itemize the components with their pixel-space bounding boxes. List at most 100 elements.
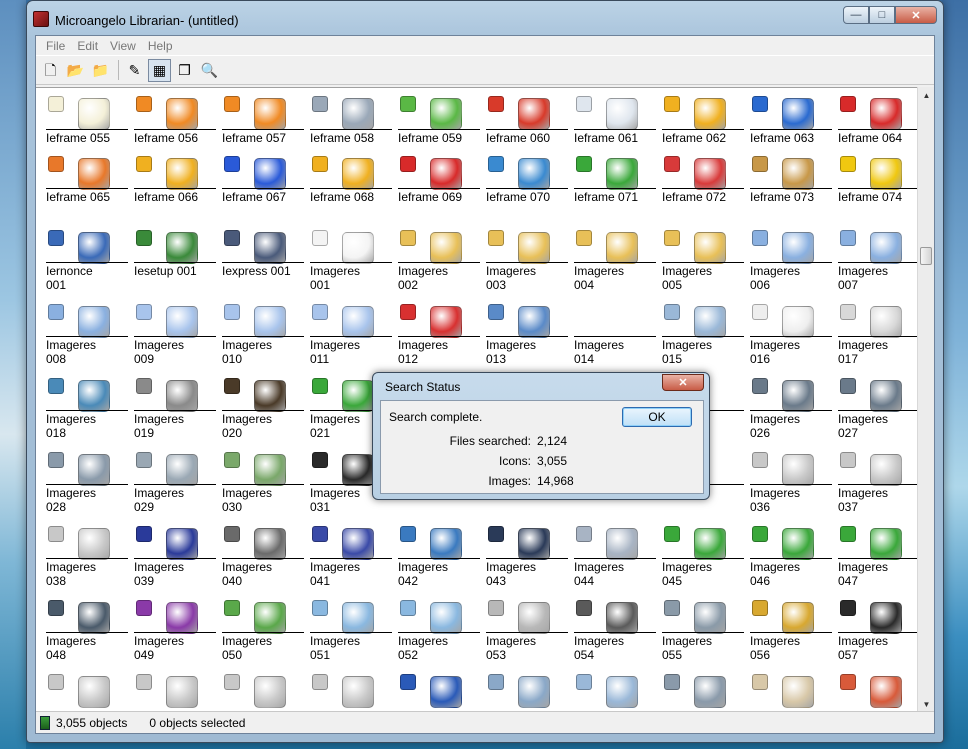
edit-button[interactable]: ✎ — [123, 59, 146, 82]
icon-tile[interactable]: Imageres 007 — [838, 228, 926, 298]
large-icon-preview — [430, 232, 462, 264]
maximize-button[interactable]: □ — [869, 6, 895, 24]
icon-tile[interactable]: Imageres 011 — [310, 302, 398, 372]
search-button[interactable]: 🔍 — [198, 59, 221, 82]
icon-tile[interactable]: Imageres 030 — [222, 450, 310, 520]
icon-tile[interactable]: Imageres 013 — [486, 302, 574, 372]
icon-tile[interactable]: Imageres 004 — [574, 228, 662, 298]
icon-tile[interactable]: Imageres 053 — [486, 598, 574, 668]
icon-tile[interactable]: Imageres 008 — [46, 302, 134, 372]
icon-tile[interactable]: Imageres 044 — [574, 524, 662, 594]
icon-tile[interactable]: Imageres 020 — [222, 376, 310, 446]
icon-tile[interactable]: Imageres 037 — [838, 450, 926, 520]
icon-tile[interactable] — [838, 672, 926, 713]
icon-tile[interactable] — [222, 672, 310, 713]
icon-tile[interactable]: Imageres 054 — [574, 598, 662, 668]
scroll-thumb[interactable] — [920, 247, 932, 265]
icon-tile[interactable] — [46, 672, 134, 713]
icon-tile[interactable]: Imageres 043 — [486, 524, 574, 594]
icon-tile[interactable]: Imageres 027 — [838, 376, 926, 446]
icon-tile[interactable]: Ieframe 071 — [574, 154, 662, 224]
icon-tile[interactable] — [310, 672, 398, 713]
icon-tile[interactable]: Imageres 012 — [398, 302, 486, 372]
small-icon-preview — [664, 304, 680, 320]
icon-tile[interactable]: Imageres 047 — [838, 524, 926, 594]
icon-label: Imageres 027 — [838, 410, 920, 440]
menu-help[interactable]: Help — [142, 39, 179, 53]
large-icon-preview — [694, 98, 726, 130]
icon-tile[interactable] — [750, 672, 838, 713]
large-icon-preview — [606, 602, 638, 634]
icon-tile[interactable]: Imageres 018 — [46, 376, 134, 446]
icon-tile[interactable]: Ieframe 069 — [398, 154, 486, 224]
icon-tile[interactable]: Imageres 009 — [134, 302, 222, 372]
icon-tile[interactable]: Imageres 056 — [750, 598, 838, 668]
title-bar[interactable]: Microangelo Librarian- (untitled) — □ ✕ — [27, 1, 943, 35]
dialog-close-button[interactable]: ✕ — [662, 374, 704, 391]
scroll-up-arrow[interactable]: ▲ — [918, 87, 935, 104]
ok-button[interactable]: OK — [622, 407, 692, 427]
menu-edit[interactable]: Edit — [71, 39, 104, 53]
vertical-scrollbar[interactable]: ▲ ▼ — [917, 87, 934, 713]
icon-tile[interactable]: Imageres 001 — [310, 228, 398, 298]
small-icon-preview — [576, 96, 592, 112]
minimize-button[interactable]: — — [843, 6, 869, 24]
icon-tile[interactable]: Imageres 046 — [750, 524, 838, 594]
icon-tile[interactable]: Imageres 041 — [310, 524, 398, 594]
icon-label: Ieframe 058 — [310, 129, 392, 145]
icon-tile[interactable]: Imageres 029 — [134, 450, 222, 520]
icon-label: Ieframe 066 — [134, 188, 216, 204]
icon-tile[interactable]: Imageres 042 — [398, 524, 486, 594]
icon-tile[interactable]: Imageres 014 — [574, 302, 662, 372]
icon-tile[interactable]: Imageres 038 — [46, 524, 134, 594]
icon-tile[interactable]: Imageres 048 — [46, 598, 134, 668]
icon-tile[interactable]: Iexpress 001 — [222, 228, 310, 298]
icon-tile[interactable] — [574, 672, 662, 713]
icon-tile[interactable]: Imageres 036 — [750, 450, 838, 520]
icon-tile[interactable]: Ieframe 067 — [222, 154, 310, 224]
menu-view[interactable]: View — [104, 39, 142, 53]
icon-tile[interactable] — [486, 672, 574, 713]
icon-tile[interactable]: Ieframe 072 — [662, 154, 750, 224]
icon-tile[interactable] — [398, 672, 486, 713]
icon-tile[interactable]: Imageres 015 — [662, 302, 750, 372]
small-icon-preview — [48, 230, 64, 246]
icon-tile[interactable]: Imageres 003 — [486, 228, 574, 298]
icon-tile[interactable]: Imageres 006 — [750, 228, 838, 298]
icon-tile[interactable]: Imageres 026 — [750, 376, 838, 446]
view-icons-button[interactable]: ▦ — [148, 58, 171, 82]
icon-tile[interactable]: Imageres 002 — [398, 228, 486, 298]
icon-tile[interactable]: Imageres 016 — [750, 302, 838, 372]
large-icon-preview — [254, 306, 286, 338]
icon-tile[interactable]: Imageres 052 — [398, 598, 486, 668]
new-library-button[interactable]: 🗋 — [39, 59, 62, 82]
icon-tile[interactable]: Ieframe 070 — [486, 154, 574, 224]
icon-tile[interactable]: Ieframe 074 — [838, 154, 926, 224]
icon-tile[interactable]: Imageres 040 — [222, 524, 310, 594]
icon-tile[interactable]: Ieframe 065 — [46, 154, 134, 224]
icon-tile[interactable]: Iernonce 001 — [46, 228, 134, 298]
icon-tile[interactable]: Iesetup 001 — [134, 228, 222, 298]
icon-tile[interactable] — [662, 672, 750, 713]
icon-tile[interactable]: Imageres 028 — [46, 450, 134, 520]
icon-tile[interactable]: Imageres 039 — [134, 524, 222, 594]
icon-tile[interactable]: Imageres 005 — [662, 228, 750, 298]
icon-tile[interactable]: Imageres 051 — [310, 598, 398, 668]
icon-tile[interactable]: Imageres 049 — [134, 598, 222, 668]
icon-tile[interactable] — [134, 672, 222, 713]
icon-tile[interactable]: Imageres 050 — [222, 598, 310, 668]
open-library-button[interactable]: 📂 — [64, 59, 87, 82]
icon-tile[interactable]: Imageres 057 — [838, 598, 926, 668]
icon-tile[interactable]: Imageres 017 — [838, 302, 926, 372]
icon-tile[interactable]: Imageres 055 — [662, 598, 750, 668]
icon-tile[interactable]: Ieframe 068 — [310, 154, 398, 224]
icon-tile[interactable]: Ieframe 073 — [750, 154, 838, 224]
menu-file[interactable]: File — [40, 39, 71, 53]
icon-tile[interactable]: Imageres 019 — [134, 376, 222, 446]
icon-tile[interactable]: Imageres 010 — [222, 302, 310, 372]
icon-tile[interactable]: Imageres 045 — [662, 524, 750, 594]
view-details-button[interactable]: ❐ — [173, 59, 196, 82]
open-folder-button[interactable]: 📁 — [89, 59, 112, 82]
icon-tile[interactable]: Ieframe 066 — [134, 154, 222, 224]
close-button[interactable]: ✕ — [895, 6, 937, 24]
